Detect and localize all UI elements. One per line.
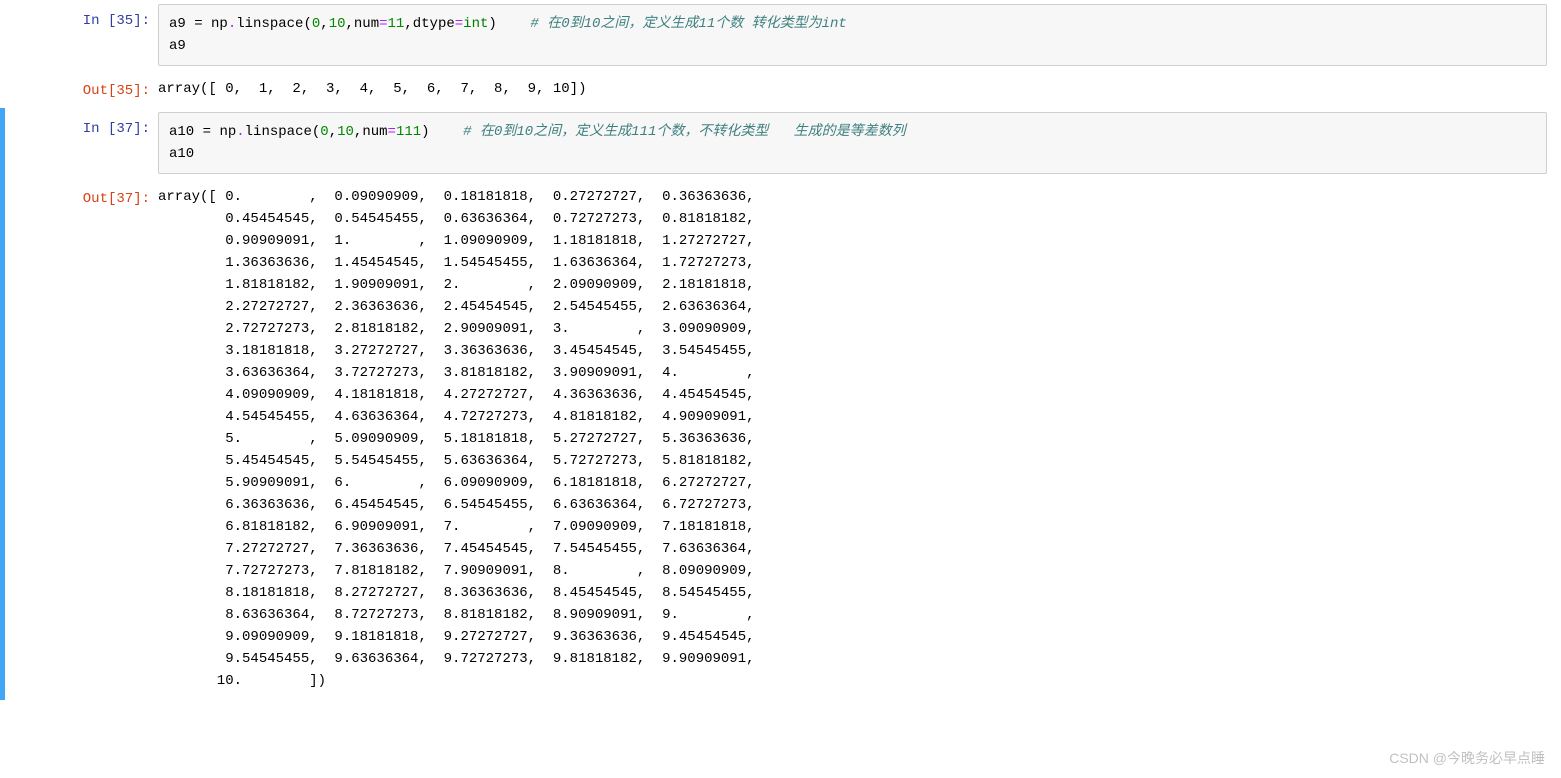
watermark: CSDN @今晚务必早点睡 [1389,748,1545,768]
output-prompt: Out[37]: [5,178,158,700]
code-input[interactable]: a10 = np.linspace(0,10,num=111) # 在0到10之… [158,112,1547,174]
code-comment: # 在0到10之间，定义生成111个数，不转化类型 生成的是等差数列 [463,124,905,140]
var-name: a10 [169,124,194,140]
output-text: array([ 0. , 0.09090909, 0.18181818, 0.2… [158,178,1547,700]
code-cell-35: In [35]: a9 = np.linspace(0,10,num=11,dt… [0,0,1561,70]
output-cell-35: Out[35]: array([ 0, 1, 2, 3, 4, 5, 6, 7,… [0,70,1561,108]
output-prompt: Out[35]: [5,70,158,108]
code-comment: # 在0到10之间，定义生成11个数 转化类型为int [530,16,846,32]
input-prompt: In [37]: [5,108,158,178]
output-cell-37: Out[37]: array([ 0. , 0.09090909, 0.1818… [0,178,1561,700]
expr-line: a10 [169,146,194,162]
code-cell-37: In [37]: a10 = np.linspace(0,10,num=111)… [0,108,1561,178]
var-name: a9 [169,16,186,32]
expr-line: a9 [169,38,186,54]
input-prompt: In [35]: [5,0,158,70]
output-text: array([ 0, 1, 2, 3, 4, 5, 6, 7, 8, 9, 10… [158,70,1547,108]
code-input[interactable]: a9 = np.linspace(0,10,num=11,dtype=int) … [158,4,1547,66]
